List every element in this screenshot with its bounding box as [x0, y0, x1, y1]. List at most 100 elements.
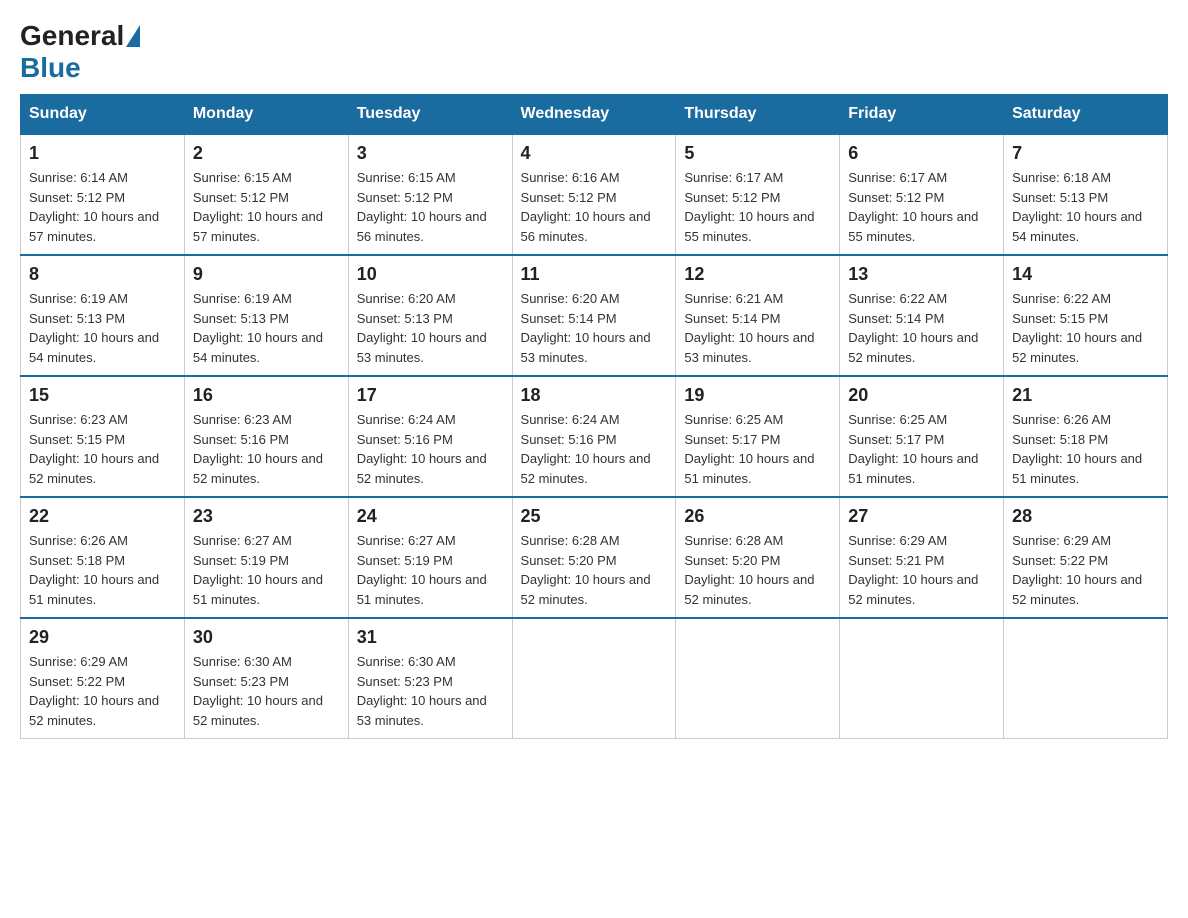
day-info: Sunrise: 6:30 AM Sunset: 5:23 PM Dayligh…	[193, 652, 340, 730]
day-info: Sunrise: 6:27 AM Sunset: 5:19 PM Dayligh…	[193, 531, 340, 609]
header-wednesday: Wednesday	[512, 95, 676, 135]
day-number: 13	[848, 264, 995, 285]
calendar-cell: 17 Sunrise: 6:24 AM Sunset: 5:16 PM Dayl…	[348, 376, 512, 497]
day-info: Sunrise: 6:28 AM Sunset: 5:20 PM Dayligh…	[684, 531, 831, 609]
calendar-cell: 1 Sunrise: 6:14 AM Sunset: 5:12 PM Dayli…	[21, 134, 185, 255]
day-number: 4	[521, 143, 668, 164]
day-number: 6	[848, 143, 995, 164]
logo-general-text: General	[20, 20, 124, 52]
calendar-cell: 20 Sunrise: 6:25 AM Sunset: 5:17 PM Dayl…	[840, 376, 1004, 497]
calendar-cell: 18 Sunrise: 6:24 AM Sunset: 5:16 PM Dayl…	[512, 376, 676, 497]
calendar-cell	[1004, 618, 1168, 739]
calendar-cell: 6 Sunrise: 6:17 AM Sunset: 5:12 PM Dayli…	[840, 134, 1004, 255]
day-info: Sunrise: 6:16 AM Sunset: 5:12 PM Dayligh…	[521, 168, 668, 246]
day-number: 28	[1012, 506, 1159, 527]
day-number: 20	[848, 385, 995, 406]
day-info: Sunrise: 6:22 AM Sunset: 5:15 PM Dayligh…	[1012, 289, 1159, 367]
calendar-cell: 26 Sunrise: 6:28 AM Sunset: 5:20 PM Dayl…	[676, 497, 840, 618]
day-number: 11	[521, 264, 668, 285]
day-number: 14	[1012, 264, 1159, 285]
week-row-3: 15 Sunrise: 6:23 AM Sunset: 5:15 PM Dayl…	[21, 376, 1168, 497]
day-number: 19	[684, 385, 831, 406]
day-info: Sunrise: 6:22 AM Sunset: 5:14 PM Dayligh…	[848, 289, 995, 367]
day-info: Sunrise: 6:15 AM Sunset: 5:12 PM Dayligh…	[357, 168, 504, 246]
calendar-cell	[840, 618, 1004, 739]
calendar-cell: 5 Sunrise: 6:17 AM Sunset: 5:12 PM Dayli…	[676, 134, 840, 255]
day-info: Sunrise: 6:25 AM Sunset: 5:17 PM Dayligh…	[848, 410, 995, 488]
day-info: Sunrise: 6:30 AM Sunset: 5:23 PM Dayligh…	[357, 652, 504, 730]
logo: General Blue	[20, 20, 142, 84]
day-info: Sunrise: 6:20 AM Sunset: 5:14 PM Dayligh…	[521, 289, 668, 367]
day-number: 8	[29, 264, 176, 285]
day-number: 18	[521, 385, 668, 406]
week-row-1: 1 Sunrise: 6:14 AM Sunset: 5:12 PM Dayli…	[21, 134, 1168, 255]
calendar-cell: 27 Sunrise: 6:29 AM Sunset: 5:21 PM Dayl…	[840, 497, 1004, 618]
day-number: 27	[848, 506, 995, 527]
day-number: 22	[29, 506, 176, 527]
day-number: 12	[684, 264, 831, 285]
day-info: Sunrise: 6:17 AM Sunset: 5:12 PM Dayligh…	[684, 168, 831, 246]
day-number: 9	[193, 264, 340, 285]
calendar-cell: 2 Sunrise: 6:15 AM Sunset: 5:12 PM Dayli…	[184, 134, 348, 255]
calendar-cell: 19 Sunrise: 6:25 AM Sunset: 5:17 PM Dayl…	[676, 376, 840, 497]
calendar-cell: 13 Sunrise: 6:22 AM Sunset: 5:14 PM Dayl…	[840, 255, 1004, 376]
header-friday: Friday	[840, 95, 1004, 135]
calendar-cell: 16 Sunrise: 6:23 AM Sunset: 5:16 PM Dayl…	[184, 376, 348, 497]
header-monday: Monday	[184, 95, 348, 135]
calendar-cell: 22 Sunrise: 6:26 AM Sunset: 5:18 PM Dayl…	[21, 497, 185, 618]
calendar-cell: 4 Sunrise: 6:16 AM Sunset: 5:12 PM Dayli…	[512, 134, 676, 255]
calendar-cell: 23 Sunrise: 6:27 AM Sunset: 5:19 PM Dayl…	[184, 497, 348, 618]
day-info: Sunrise: 6:21 AM Sunset: 5:14 PM Dayligh…	[684, 289, 831, 367]
calendar-cell	[512, 618, 676, 739]
day-info: Sunrise: 6:14 AM Sunset: 5:12 PM Dayligh…	[29, 168, 176, 246]
day-number: 30	[193, 627, 340, 648]
calendar-cell: 7 Sunrise: 6:18 AM Sunset: 5:13 PM Dayli…	[1004, 134, 1168, 255]
calendar-cell: 29 Sunrise: 6:29 AM Sunset: 5:22 PM Dayl…	[21, 618, 185, 739]
day-info: Sunrise: 6:29 AM Sunset: 5:22 PM Dayligh…	[29, 652, 176, 730]
calendar-cell: 15 Sunrise: 6:23 AM Sunset: 5:15 PM Dayl…	[21, 376, 185, 497]
header-thursday: Thursday	[676, 95, 840, 135]
calendar-cell: 31 Sunrise: 6:30 AM Sunset: 5:23 PM Dayl…	[348, 618, 512, 739]
header-tuesday: Tuesday	[348, 95, 512, 135]
calendar-cell: 24 Sunrise: 6:27 AM Sunset: 5:19 PM Dayl…	[348, 497, 512, 618]
calendar-header-row: SundayMondayTuesdayWednesdayThursdayFrid…	[21, 95, 1168, 135]
day-number: 21	[1012, 385, 1159, 406]
day-number: 10	[357, 264, 504, 285]
calendar-cell: 12 Sunrise: 6:21 AM Sunset: 5:14 PM Dayl…	[676, 255, 840, 376]
day-number: 3	[357, 143, 504, 164]
day-info: Sunrise: 6:19 AM Sunset: 5:13 PM Dayligh…	[193, 289, 340, 367]
calendar-cell: 8 Sunrise: 6:19 AM Sunset: 5:13 PM Dayli…	[21, 255, 185, 376]
day-number: 26	[684, 506, 831, 527]
day-info: Sunrise: 6:24 AM Sunset: 5:16 PM Dayligh…	[357, 410, 504, 488]
day-number: 5	[684, 143, 831, 164]
day-number: 15	[29, 385, 176, 406]
week-row-2: 8 Sunrise: 6:19 AM Sunset: 5:13 PM Dayli…	[21, 255, 1168, 376]
week-row-5: 29 Sunrise: 6:29 AM Sunset: 5:22 PM Dayl…	[21, 618, 1168, 739]
day-info: Sunrise: 6:23 AM Sunset: 5:16 PM Dayligh…	[193, 410, 340, 488]
header-saturday: Saturday	[1004, 95, 1168, 135]
logo-blue-text: Blue	[20, 52, 81, 83]
page-header: General Blue	[20, 20, 1168, 84]
day-info: Sunrise: 6:20 AM Sunset: 5:13 PM Dayligh…	[357, 289, 504, 367]
day-number: 31	[357, 627, 504, 648]
calendar-cell: 25 Sunrise: 6:28 AM Sunset: 5:20 PM Dayl…	[512, 497, 676, 618]
day-number: 25	[521, 506, 668, 527]
day-number: 16	[193, 385, 340, 406]
day-number: 29	[29, 627, 176, 648]
day-info: Sunrise: 6:25 AM Sunset: 5:17 PM Dayligh…	[684, 410, 831, 488]
day-number: 1	[29, 143, 176, 164]
calendar-cell: 21 Sunrise: 6:26 AM Sunset: 5:18 PM Dayl…	[1004, 376, 1168, 497]
logo-arrow-icon	[126, 25, 140, 47]
day-info: Sunrise: 6:28 AM Sunset: 5:20 PM Dayligh…	[521, 531, 668, 609]
calendar-cell: 3 Sunrise: 6:15 AM Sunset: 5:12 PM Dayli…	[348, 134, 512, 255]
day-info: Sunrise: 6:19 AM Sunset: 5:13 PM Dayligh…	[29, 289, 176, 367]
day-number: 7	[1012, 143, 1159, 164]
day-number: 17	[357, 385, 504, 406]
day-info: Sunrise: 6:23 AM Sunset: 5:15 PM Dayligh…	[29, 410, 176, 488]
calendar-table: SundayMondayTuesdayWednesdayThursdayFrid…	[20, 94, 1168, 739]
day-info: Sunrise: 6:27 AM Sunset: 5:19 PM Dayligh…	[357, 531, 504, 609]
day-info: Sunrise: 6:24 AM Sunset: 5:16 PM Dayligh…	[521, 410, 668, 488]
calendar-cell: 9 Sunrise: 6:19 AM Sunset: 5:13 PM Dayli…	[184, 255, 348, 376]
day-info: Sunrise: 6:26 AM Sunset: 5:18 PM Dayligh…	[29, 531, 176, 609]
day-info: Sunrise: 6:26 AM Sunset: 5:18 PM Dayligh…	[1012, 410, 1159, 488]
